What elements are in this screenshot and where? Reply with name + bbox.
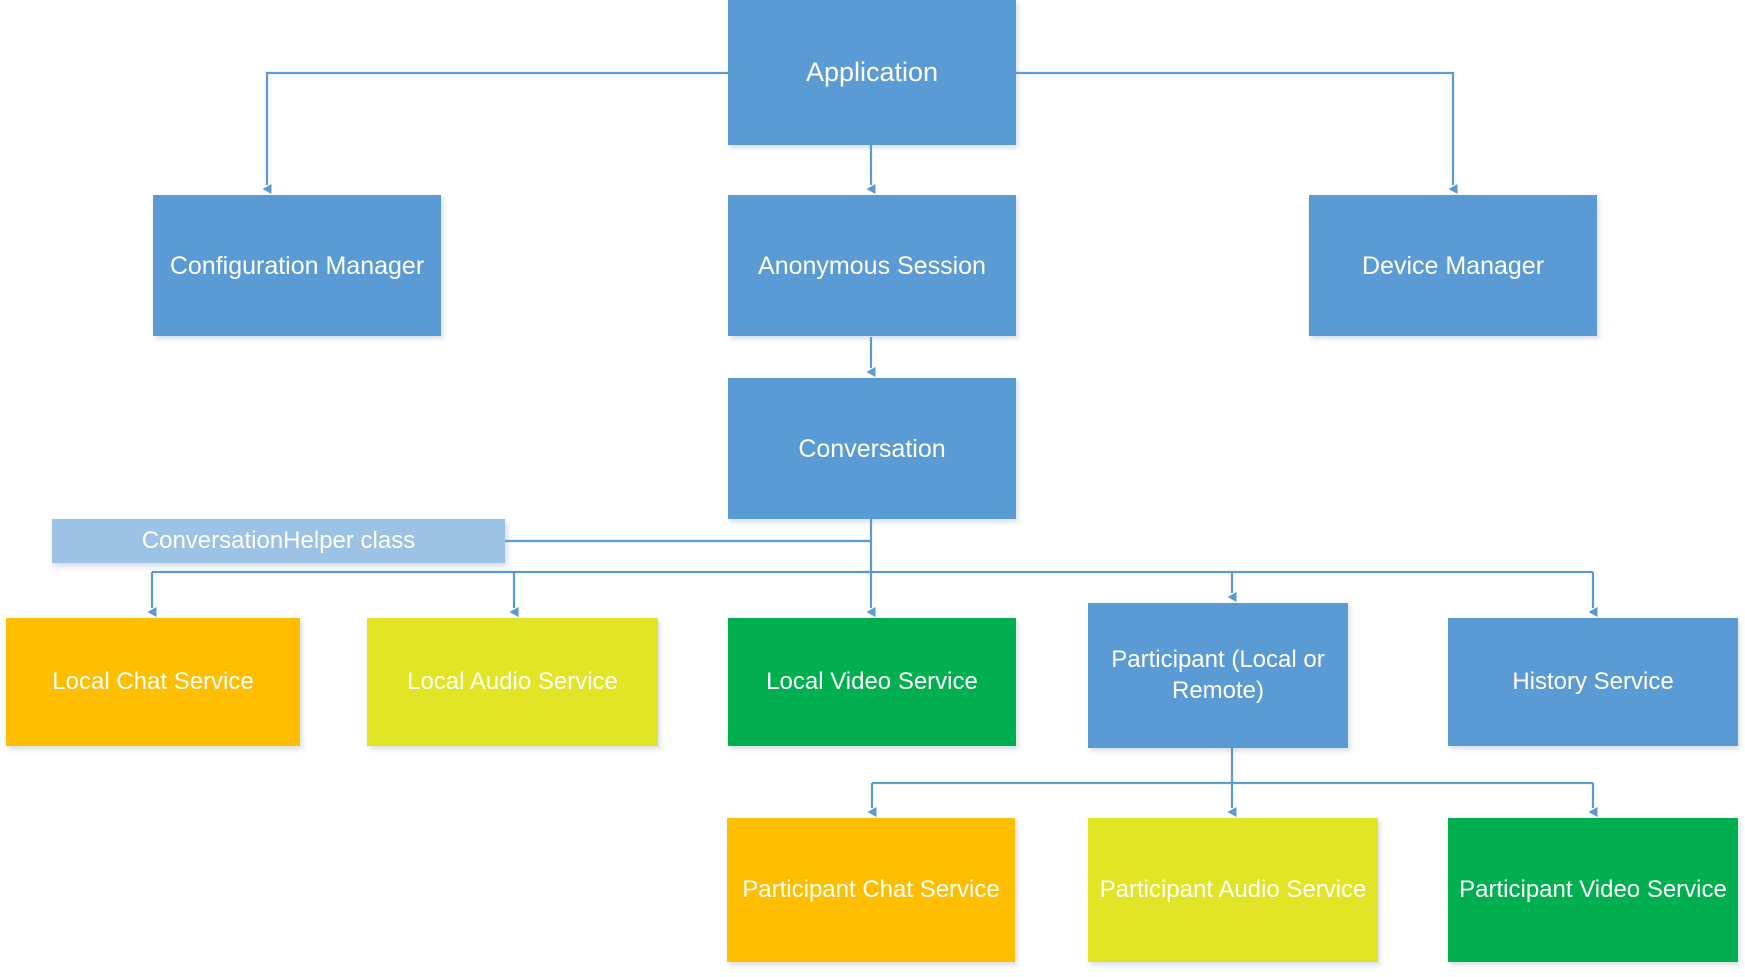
node-local-chat-service[interactable]: Local Chat Service	[6, 618, 300, 746]
node-device-manager[interactable]: Device Manager	[1309, 195, 1597, 336]
node-configuration-manager-label: Configuration Manager	[169, 251, 425, 280]
node-local-audio-service[interactable]: Local Audio Service	[367, 618, 658, 746]
node-participant-label: Participant (Local or Remote)	[1111, 645, 1325, 704]
node-history-service[interactable]: History Service	[1448, 618, 1738, 746]
node-application-label: Application	[805, 57, 939, 88]
node-participant-video-service[interactable]: Participant Video Service	[1448, 818, 1738, 962]
node-configuration-manager[interactable]: Configuration Manager	[153, 195, 441, 336]
node-anonymous-session[interactable]: Anonymous Session	[728, 195, 1016, 336]
node-participant-audio-service-label: Participant Audio Service	[1099, 875, 1367, 903]
node-anonymous-session-label: Anonymous Session	[758, 251, 986, 280]
node-participant-chat-service[interactable]: Participant Chat Service	[727, 818, 1015, 962]
node-conversation[interactable]: Conversation	[728, 378, 1016, 519]
node-participant-video-service-label: Participant Video Service	[1459, 875, 1727, 903]
node-device-manager-label: Device Manager	[1361, 251, 1545, 280]
node-local-video-service-label: Local Video Service	[766, 667, 978, 695]
node-conversation-label: Conversation	[798, 434, 946, 463]
node-participant[interactable]: Participant (Local or Remote)	[1088, 603, 1348, 748]
node-participant-chat-service-label: Participant Chat Service	[742, 875, 1000, 903]
node-local-chat-service-label: Local Chat Service	[52, 667, 254, 695]
node-application[interactable]: Application	[728, 0, 1016, 145]
node-participant-audio-service[interactable]: Participant Audio Service	[1088, 818, 1378, 962]
node-local-audio-service-label: Local Audio Service	[407, 667, 618, 695]
edge-application-to-device-manager	[1016, 71, 1458, 194]
edge-application-to-configuration-manager	[262, 71, 728, 194]
diagram-canvas: Application Configuration Manager Anonym…	[0, 0, 1745, 977]
node-local-video-service[interactable]: Local Video Service	[728, 618, 1016, 746]
node-history-service-label: History Service	[1512, 667, 1674, 695]
node-conversation-helper[interactable]: ConversationHelper class	[52, 519, 505, 563]
node-conversation-helper-label: ConversationHelper class	[141, 526, 416, 554]
